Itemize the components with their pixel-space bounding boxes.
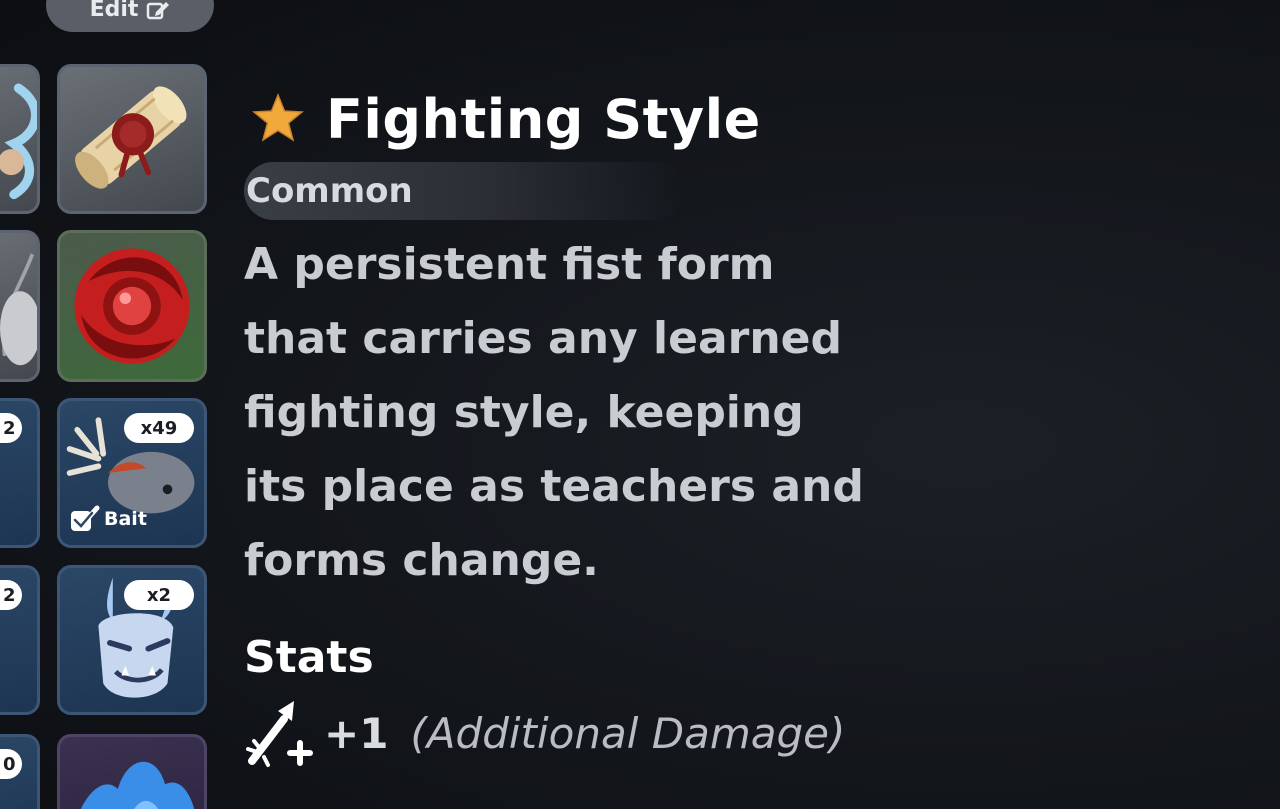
item-count-badge: x2 [124, 580, 194, 610]
game-inventory-screen: Edit 2 x49 Bait 2 x2 0 Fighting Style Co… [0, 0, 1280, 809]
item-title: Fighting Style [326, 87, 761, 151]
stat-label: (Additional Damage) [410, 708, 846, 758]
item-title-row: Fighting Style [244, 84, 924, 154]
inventory-slot-ice-crystal[interactable] [57, 734, 207, 809]
bait-label: Bait [104, 508, 147, 530]
description-line: that carries any learned [244, 313, 842, 364]
rarity-label: Common [246, 171, 413, 211]
scroll-item-icon [75, 86, 187, 189]
item-count-badge: 2 [0, 413, 22, 443]
inventory-slot-oni-mask[interactable]: x2 [57, 565, 207, 715]
inventory-slot-stag-fish-bait[interactable]: x49 Bait [57, 398, 207, 548]
inventory-slot-grey-item[interactable] [0, 230, 40, 382]
description-line: A persistent fist form [244, 239, 775, 290]
description-line: forms change. [244, 535, 599, 586]
checkmark-icon [71, 505, 100, 531]
ice-crystal-item-icon [80, 761, 195, 809]
inventory-slot-partial-3[interactable]: 2 [0, 398, 40, 548]
inventory-slot-partial-4[interactable]: 2 [0, 565, 40, 715]
inventory-slot-scroll[interactable] [57, 64, 207, 214]
item-count-badge: 2 [0, 580, 22, 610]
sword-sparkle-icon [246, 701, 313, 767]
item-detail-panel: Fighting Style Common A persistent fist … [244, 84, 924, 769]
inventory-slot-partial-5[interactable]: 0 [0, 734, 40, 809]
inventory-slot-crimson-orb[interactable] [57, 230, 207, 382]
item-count-badge: 0 [0, 749, 22, 779]
edit-button[interactable]: Edit [46, 0, 214, 32]
water-spirit-item-icon [0, 83, 37, 200]
star-icon [252, 93, 304, 142]
description-line: its place as teachers and [244, 461, 864, 512]
stat-value: +1 [324, 708, 389, 758]
item-count-badge: x49 [124, 413, 194, 443]
edit-button-label: Edit [89, 0, 139, 22]
stat-row: +1 (Additional Damage) [244, 697, 924, 769]
inventory-slot-water-spirit[interactable] [0, 64, 40, 214]
item-description: A persistent fist form that carries any … [244, 228, 884, 598]
crimson-orb-item-icon [74, 248, 190, 364]
grey-item-icon [0, 253, 37, 366]
description-line: fighting style, keeping [244, 387, 804, 438]
stats-heading: Stats [244, 632, 374, 683]
edit-icon [147, 2, 170, 20]
rarity-badge: Common [244, 162, 684, 220]
bait-toggle[interactable]: Bait [68, 503, 147, 535]
